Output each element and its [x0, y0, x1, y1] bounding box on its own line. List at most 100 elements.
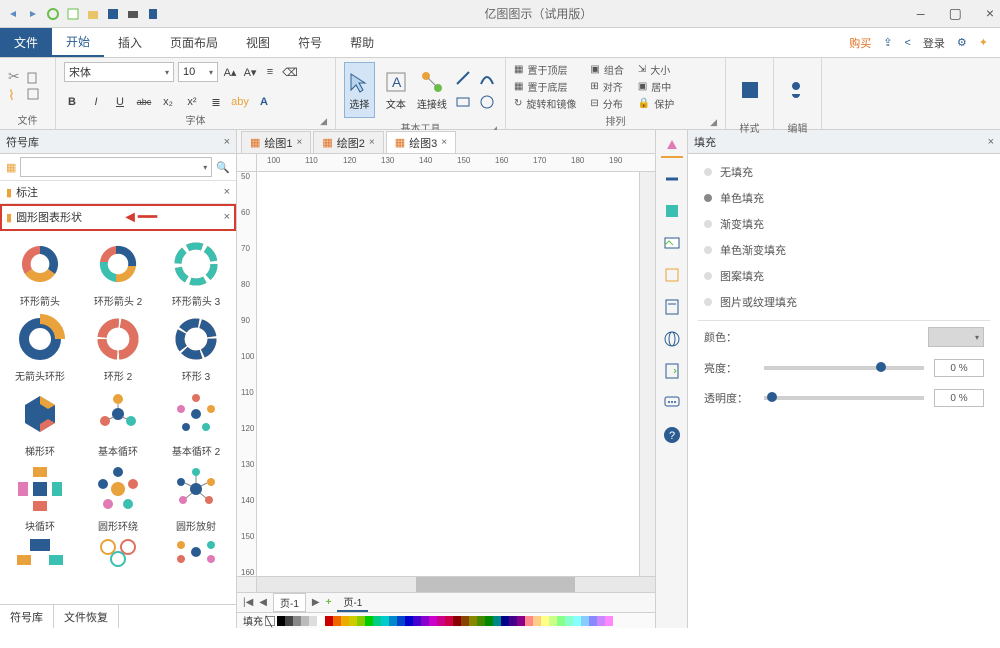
attachment-panel-icon[interactable]	[661, 360, 683, 382]
fill-opt-texture[interactable]: 图片或纹理填充	[704, 294, 984, 310]
distribute-button[interactable]: ⊟分布	[590, 96, 623, 111]
line-panel-icon[interactable]	[661, 168, 683, 190]
tab-layout[interactable]: 页面布局	[156, 28, 232, 57]
shape-item[interactable]: 基本循环 2	[162, 387, 230, 458]
app-icon[interactable]: ✦	[979, 36, 988, 49]
page-tab-1[interactable]: 页-1	[273, 593, 306, 612]
category-circular-shapes[interactable]: ▮ 圆形图表形状 ◄━━ ×	[0, 204, 236, 231]
color-swatch[interactable]	[293, 616, 301, 626]
color-swatch[interactable]	[573, 616, 581, 626]
send-back-button[interactable]: ▦置于底层	[514, 79, 576, 94]
color-swatch[interactable]	[557, 616, 565, 626]
protect-button[interactable]: 🔒保护	[638, 96, 674, 111]
close-doc-icon[interactable]: ×	[369, 137, 375, 148]
shape-item[interactable]: 环形箭头 2	[84, 237, 152, 308]
brightness-spinner[interactable]: 0 %	[934, 359, 984, 377]
fill-opt-none[interactable]: 无填充	[704, 164, 984, 180]
close-doc-icon[interactable]: ×	[297, 137, 303, 148]
no-fill-swatch[interactable]: ╲	[265, 616, 275, 626]
color-swatch[interactable]	[517, 616, 525, 626]
paste-icon[interactable]	[26, 87, 40, 101]
color-swatch[interactable]	[333, 616, 341, 626]
rect-tool-icon[interactable]	[453, 92, 473, 112]
scrollbar-thumb[interactable]	[416, 577, 575, 592]
export-icon[interactable]	[146, 7, 160, 21]
style-button[interactable]	[734, 62, 765, 118]
minimize-button[interactable]: –	[917, 5, 925, 22]
color-swatch[interactable]	[445, 616, 453, 626]
category-callout[interactable]: ▮ 标注 ×	[0, 181, 236, 204]
color-swatch[interactable]	[597, 616, 605, 626]
center-button[interactable]: ▣居中	[638, 79, 674, 94]
color-swatch[interactable]	[469, 616, 477, 626]
color-swatch[interactable]	[421, 616, 429, 626]
color-swatch[interactable]	[461, 616, 469, 626]
save-icon[interactable]	[106, 7, 120, 21]
close-panel-icon[interactable]: ×	[988, 136, 994, 148]
font-color-icon[interactable]: A	[256, 94, 272, 110]
circle-tool-icon[interactable]	[477, 92, 497, 112]
shrink-font-icon[interactable]: A▾	[242, 64, 258, 80]
opacity-spinner[interactable]: 0 %	[934, 389, 984, 407]
close-category-icon[interactable]: ×	[224, 186, 230, 198]
shape-item[interactable]: 环形 2	[84, 312, 152, 383]
tab-help[interactable]: 帮助	[336, 28, 388, 57]
connector-tool[interactable]: 连接线	[417, 62, 447, 118]
shape-item[interactable]: 无箭头环形	[6, 312, 74, 383]
underline-button[interactable]: U	[112, 94, 128, 110]
select-tool[interactable]: 选择	[344, 62, 375, 118]
fill-opt-gradient[interactable]: 渐变填充	[704, 216, 984, 232]
canvas[interactable]	[257, 172, 639, 576]
color-swatch[interactable]	[565, 616, 573, 626]
doc-tab-3[interactable]: ▦绘图3×	[386, 131, 456, 153]
search-icon[interactable]: 🔍	[216, 161, 230, 174]
close-panel-icon[interactable]: ×	[224, 136, 230, 148]
page-add-icon[interactable]: +	[326, 597, 332, 608]
close-doc-icon[interactable]: ×	[441, 137, 447, 148]
line-tool-icon[interactable]	[453, 68, 473, 88]
comment-panel-icon[interactable]	[661, 392, 683, 414]
page-next-icon[interactable]: ▶	[312, 597, 320, 608]
color-swatch[interactable]	[301, 616, 309, 626]
open-icon[interactable]	[86, 7, 100, 21]
align-button[interactable]: ⊞对齐	[590, 79, 623, 94]
scrollbar-horizontal[interactable]	[237, 576, 655, 592]
subscript-button[interactable]: x₂	[160, 94, 176, 110]
shape-search-combo[interactable]: ▾	[20, 157, 212, 177]
color-swatch-combo[interactable]: ▾	[928, 327, 984, 347]
color-swatch[interactable]	[437, 616, 445, 626]
shape-item[interactable]: 梯形环	[6, 387, 74, 458]
fill-panel-icon[interactable]	[661, 136, 683, 158]
copy-icon[interactable]	[26, 71, 40, 85]
format-painter-icon[interactable]: ⌇	[8, 87, 20, 104]
shape-item[interactable]: 圆形环绕	[84, 462, 152, 533]
cut-icon[interactable]: ✂	[8, 68, 20, 85]
page-tab-2[interactable]: 页-1	[337, 593, 368, 612]
fill-opt-solid[interactable]: 单色填充	[704, 190, 984, 206]
color-swatch[interactable]	[397, 616, 405, 626]
print-icon[interactable]	[126, 7, 140, 21]
share-icon[interactable]: ⇪	[883, 36, 892, 49]
tab-shape-library[interactable]: 符号库	[0, 605, 54, 628]
close-button[interactable]: ×	[986, 5, 994, 22]
color-swatch[interactable]	[277, 616, 285, 626]
group-button[interactable]: ▣组合	[590, 62, 623, 77]
tab-file-recovery[interactable]: 文件恢复	[54, 605, 119, 628]
text-panel-icon[interactable]	[661, 296, 683, 318]
shape-item[interactable]: 基本循环	[84, 387, 152, 458]
color-swatch[interactable]	[317, 616, 325, 626]
brightness-slider[interactable]	[764, 366, 924, 370]
new-icon[interactable]	[66, 7, 80, 21]
shadow-panel-icon[interactable]	[661, 200, 683, 222]
superscript-button[interactable]: x²	[184, 94, 200, 110]
color-swatch[interactable]	[429, 616, 437, 626]
color-swatch[interactable]	[373, 616, 381, 626]
redo-icon[interactable]	[26, 7, 40, 21]
color-swatch[interactable]	[549, 616, 557, 626]
image-panel-icon[interactable]	[661, 232, 683, 254]
color-swatch[interactable]	[477, 616, 485, 626]
color-swatch[interactable]	[589, 616, 597, 626]
color-swatch[interactable]	[605, 616, 613, 626]
curve-tool-icon[interactable]	[477, 68, 497, 88]
color-swatch[interactable]	[349, 616, 357, 626]
